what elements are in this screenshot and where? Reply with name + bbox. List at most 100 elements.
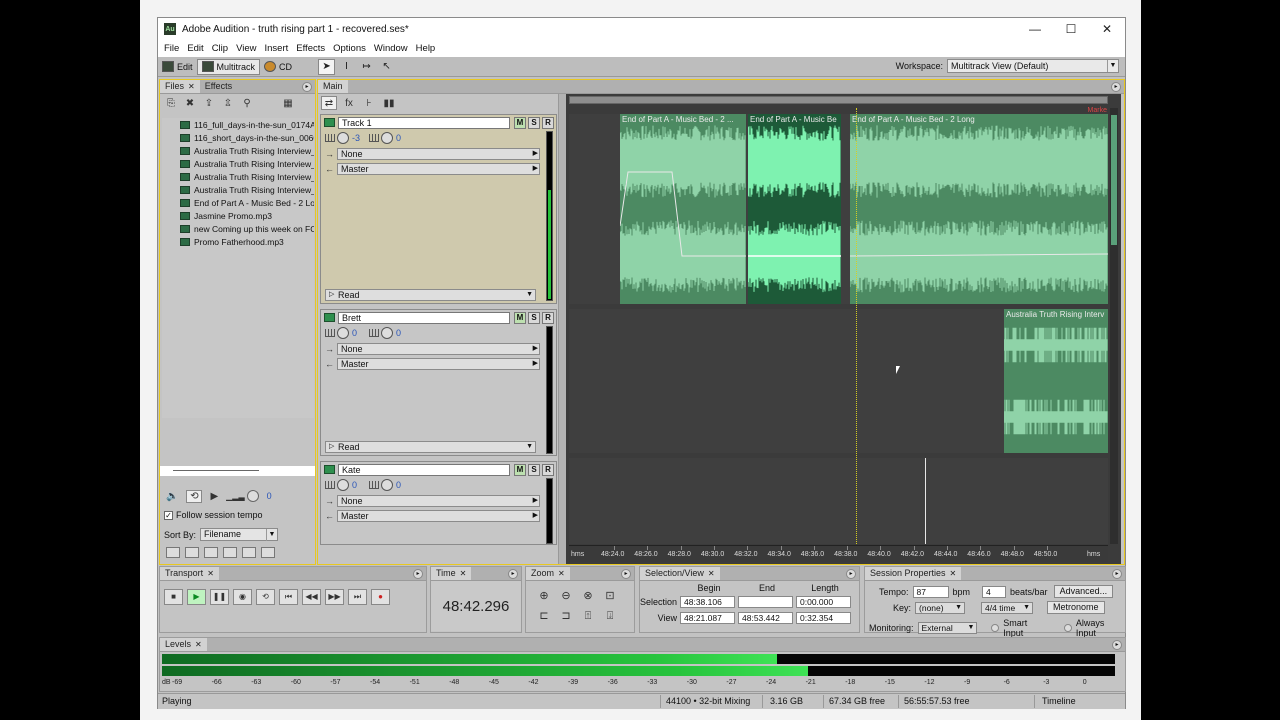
header-splitter[interactable] [558,94,566,564]
scrub-tool-button[interactable]: ↖ [378,59,395,75]
lane-track-1[interactable]: End of Part A - Music Bed - 2 ... End of… [569,107,1108,304]
clip-music-bed-2[interactable]: End of Part A - Music Be [748,114,841,304]
menu-help[interactable]: Help [416,43,436,54]
close-icon[interactable]: ✕ [558,567,565,580]
lane-brett[interactable]: Australia Truth Rising Interv [569,309,1108,453]
menu-view[interactable]: View [236,43,256,54]
pan-knob[interactable] [381,327,393,339]
mute-button[interactable]: M [514,116,526,129]
timeline-area[interactable]: End of Part A - Music Bed - 2 ... End of… [566,94,1121,564]
marker-label[interactable]: Marke [1088,107,1107,114]
menu-file[interactable]: File [164,43,179,54]
time-selection-tool-button[interactable]: I [338,59,355,75]
solo-button[interactable]: S [528,463,540,476]
menu-edit[interactable]: Edit [187,43,203,54]
close-file-icon[interactable]: ✖ [183,98,197,110]
advanced-button[interactable]: Advanced... [1053,585,1114,598]
close-icon[interactable]: ✕ [950,567,957,580]
panel-menu-button[interactable]: ▸ [302,82,312,92]
output-dropdown[interactable]: Master ▶ [337,357,540,370]
automation-mode-dropdown[interactable]: ▷ Read ▼ [325,441,536,453]
zoom-out-full-icon[interactable]: ⊗ [580,589,596,603]
record-arm-button[interactable]: R [542,311,554,324]
volume-value[interactable]: -3 [352,133,360,143]
close-icon[interactable]: ✕ [195,638,202,651]
menu-clip[interactable]: Clip [212,43,228,54]
playhead[interactable] [856,108,857,548]
mute-button[interactable]: M [514,463,526,476]
volume-value[interactable]: 0 [352,328,360,338]
file-list-item[interactable]: End of Part A - Music Bed - 2 Lor [162,196,314,209]
panel-menu-button[interactable]: ▸ [846,569,856,579]
volume-knob[interactable] [337,327,349,339]
panel-menu-button[interactable]: ▸ [508,569,518,579]
time-ruler[interactable]: hms 48:24.0 48:26.0 48:28.0 48:30.0 48:32.0 48… [569,545,1108,562]
preview-volume-knob[interactable] [246,490,259,502]
menu-options[interactable]: Options [333,43,366,54]
close-icon[interactable]: ✕ [207,567,214,580]
record-arm-button[interactable]: R [542,463,554,476]
tab-main[interactable]: Main [318,80,348,93]
expand-icon[interactable]: ▷ [329,290,334,300]
beats-field[interactable]: 4 [982,585,1007,598]
pan-value[interactable]: 0 [396,480,404,490]
loop-icon[interactable]: ⟲ [186,489,203,503]
midi-files-filter-icon[interactable] [223,547,237,558]
file-list-item[interactable]: new Coming up this week on FO [162,222,314,235]
multitrack-view-button[interactable]: Multitrack [196,58,261,75]
solo-button[interactable]: S [528,116,540,129]
panel-menu-button[interactable]: ▸ [413,569,423,579]
full-path-icon[interactable]: ⚲ [240,98,254,110]
stop-button[interactable]: ■ [164,589,183,605]
clip-music-bed-3[interactable]: End of Part A - Music Bed - 2 Long [850,114,1108,304]
file-list-item[interactable]: Australia Truth Rising Interview_ [162,183,314,196]
menu-insert[interactable]: Insert [264,43,288,54]
lane-kate[interactable] [569,458,1108,544]
panel-menu-button[interactable]: ▸ [1111,82,1121,92]
volume-value[interactable]: 0 [352,480,360,490]
panel-menu-button[interactable]: ▸ [1112,569,1122,579]
edit-view-button[interactable]: Edit [158,59,197,75]
audio-files-filter-icon[interactable] [166,547,180,558]
video-files-filter-icon[interactable] [204,547,218,558]
file-list-item[interactable]: Promo Fatherhood.mp3 [162,235,314,248]
follow-session-tempo-checkbox[interactable]: ✓ [164,510,173,520]
zoom-left-edge-icon[interactable]: ⊏ [536,609,552,623]
hybrid-tool-button[interactable]: ↦ [358,59,375,75]
panel-menu-button[interactable]: ▸ [621,569,631,579]
track-name-field[interactable]: Track 1 [337,116,510,129]
file-list-item[interactable]: 116_full_days-in-the-sun_0174A. [162,118,314,131]
zoom-in-horizontal-icon[interactable]: ⊕ [536,589,552,603]
view-begin-field[interactable]: 48:21.087 [680,612,735,624]
eq-icon[interactable]: ▮▮ [381,96,397,110]
automation-mode-dropdown[interactable]: ▷ Read ▼ [325,289,536,301]
minimize-button[interactable]: — [1017,18,1053,40]
play-from-cursor-button[interactable]: ◉ [233,589,252,605]
timeline-overview-bar[interactable] [569,96,1108,104]
tempo-field[interactable]: 87 [912,585,949,598]
speaker-icon[interactable]: 🔈 [166,491,178,502]
sends-icon[interactable]: ⊦ [361,96,377,110]
record-button[interactable]: ● [371,589,390,605]
view-length-field[interactable]: 0:32.354 [796,612,851,624]
close-icon[interactable]: ✕ [708,567,715,580]
loop-button[interactable]: ⟲ [256,589,275,605]
play-preview-icon[interactable]: ▶ [210,491,218,502]
tab-selection-view[interactable]: Selection/View ✕ [640,567,720,580]
pan-knob[interactable] [381,132,393,144]
insert-into-multitrack-icon[interactable]: ⇪ [202,98,216,110]
cd-files-filter-icon[interactable] [242,547,256,558]
volume-knob[interactable] [337,479,349,491]
tab-files[interactable]: Files ✕ [160,80,200,93]
tab-time[interactable]: Time ✕ [431,567,472,580]
cd-view-button[interactable]: CD [260,59,296,75]
input-dropdown[interactable]: None ▶ [337,147,540,160]
rewind-button[interactable]: ◀◀ [302,589,321,605]
menu-window[interactable]: Window [374,43,408,54]
output-dropdown[interactable]: Master ▶ [337,509,540,522]
track-name-field[interactable]: Brett [337,311,510,324]
output-dropdown[interactable]: Master ▶ [337,162,540,175]
selection-begin-field[interactable]: 48:38.106 [680,596,735,608]
expand-icon[interactable]: ▷ [329,442,334,452]
horizontal-scrollbar[interactable] [160,466,315,476]
